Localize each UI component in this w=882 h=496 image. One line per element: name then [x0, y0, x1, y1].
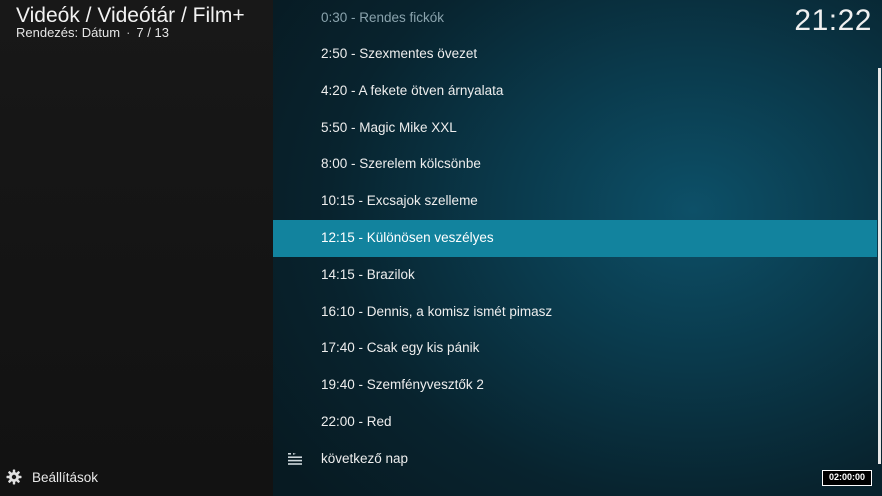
list-item[interactable]: 5:50 - Magic Mike XXL	[273, 110, 877, 147]
separator: ·	[126, 25, 131, 40]
list-item[interactable]: 4:20 - A fekete ötven árnyalata	[273, 73, 877, 110]
list-item-label: 22:00 - Red	[321, 413, 392, 429]
list-item[interactable]: 2:50 - Szexmentes övezet	[273, 36, 877, 73]
list-item[interactable]: 8:00 - Szerelem kölcsönbe	[273, 146, 877, 183]
sort-label[interactable]: Rendezés: Dátum	[16, 25, 120, 40]
list-item-label: 2:50 - Szexmentes övezet	[321, 46, 478, 61]
list-item-label: 8:00 - Szerelem kölcsönbe	[321, 156, 481, 172]
gear-icon	[6, 469, 22, 485]
position-counter: 7 / 13	[136, 25, 169, 40]
scrollbar[interactable]	[878, 68, 881, 464]
next-day-item[interactable]: következő nap	[273, 441, 877, 478]
list-item-label: 17:40 - Csak egy kis pánik	[321, 340, 480, 356]
list-item-label: 16:10 - Dennis, a komisz ismét pimasz	[321, 303, 553, 319]
list-item[interactable]: 19:40 - Szemfényvesztők 2	[273, 367, 877, 404]
list-item-label: 10:15 - Excsajok szelleme	[321, 193, 478, 209]
list-item[interactable]: 17:40 - Csak egy kis pánik	[273, 330, 877, 367]
list-item[interactable]: 22:00 - Red	[273, 404, 877, 441]
list-item-label: 19:40 - Szemfényvesztők 2	[321, 377, 484, 393]
sidebar-panel	[0, 0, 273, 496]
schedule-list: 0:30 - Rendes fickók 2:50 - Szexmentes ö…	[273, 0, 877, 478]
list-item-label: 12:15 - Különösen veszélyes	[321, 229, 494, 245]
playlist-icon	[288, 452, 302, 465]
list-item-label: 0:30 - Rendes fickók	[321, 10, 445, 25]
sort-info: Rendezés: Dátum · 7 / 13	[16, 25, 169, 40]
list-item-label: 4:20 - A fekete ötven árnyalata	[321, 82, 504, 98]
settings-label: Beállítások	[32, 469, 99, 485]
settings-button[interactable]: Beállítások	[6, 469, 98, 485]
list-item-selected[interactable]: 12:15 - Különösen veszélyes	[273, 219, 877, 257]
list-item[interactable]: 16:10 - Dennis, a komisz ismét pimasz	[273, 294, 877, 331]
list-item[interactable]: 10:15 - Excsajok szelleme	[273, 183, 877, 220]
list-item-label: 5:50 - Magic Mike XXL	[321, 119, 457, 135]
next-day-label: következő nap	[321, 450, 409, 466]
sleep-timer-badge: 02:00:00	[822, 470, 872, 486]
list-item-label: 14:15 - Brazilok	[321, 266, 415, 282]
list-item[interactable]: 14:15 - Brazilok	[273, 257, 877, 294]
list-item[interactable]: 0:30 - Rendes fickók	[273, 0, 877, 36]
